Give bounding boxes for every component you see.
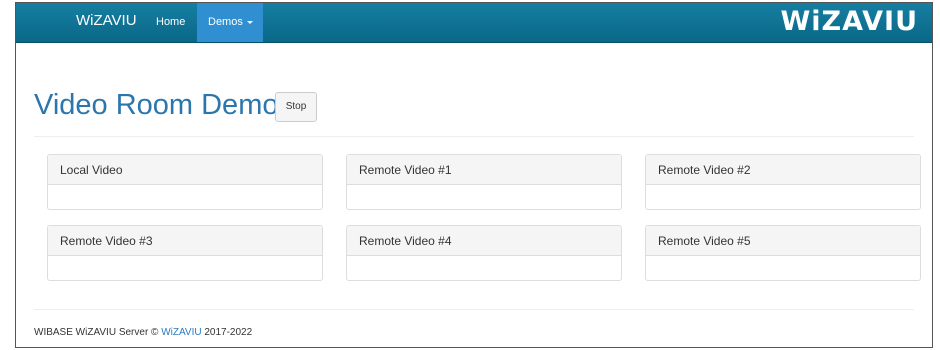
divider xyxy=(34,309,914,310)
video-panel-remote-5: Remote Video #5 xyxy=(645,225,921,281)
nav-demos-label: Demos xyxy=(208,16,243,28)
footer-link[interactable]: WiZAVIU xyxy=(161,327,201,338)
footer-text: WIBASE WiZAVIU Server © xyxy=(34,327,162,338)
navbar-brand[interactable]: WiZAVIU xyxy=(76,3,137,42)
footer: WIBASE WiZAVIU Server © WiZAVIU 2017-202… xyxy=(34,327,252,338)
panel-heading: Remote Video #1 xyxy=(347,155,621,185)
panel-heading: Remote Video #2 xyxy=(646,155,920,185)
video-panel-remote-3: Remote Video #3 xyxy=(47,225,323,281)
video-panel-remote-1: Remote Video #1 xyxy=(346,154,622,210)
panel-heading: Remote Video #3 xyxy=(48,226,322,256)
divider xyxy=(34,136,914,137)
nav-home-link[interactable]: Home xyxy=(156,3,185,42)
navbar: WiZAVIU Home Demos WiZAVIU xyxy=(16,3,932,43)
panel-heading: Remote Video #5 xyxy=(646,226,920,256)
caret-down-icon xyxy=(246,20,253,24)
panel-heading: Remote Video #4 xyxy=(347,226,621,256)
footer-years: 2017-2022 xyxy=(201,327,253,338)
page-title: Video Room Demo xyxy=(34,89,279,121)
video-panel-remote-2: Remote Video #2 xyxy=(645,154,921,210)
video-panel-local: Local Video xyxy=(47,154,323,210)
browser-page: WiZAVIU Home Demos WiZAVIU Video Room De… xyxy=(15,2,933,348)
nav-demos-dropdown[interactable]: Demos xyxy=(197,3,263,42)
wizaviu-logo: WiZAVIU xyxy=(780,6,918,37)
video-panel-remote-4: Remote Video #4 xyxy=(346,225,622,281)
stop-button[interactable]: Stop xyxy=(275,92,317,122)
panel-heading: Local Video xyxy=(48,155,322,185)
